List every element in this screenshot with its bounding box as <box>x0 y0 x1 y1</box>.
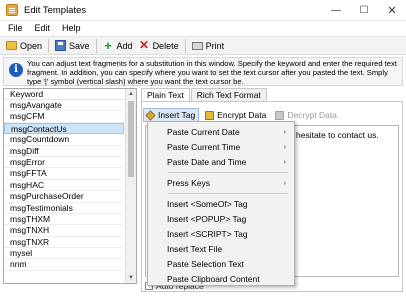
menu-item-paste-current-time[interactable]: Paste Current Time › <box>148 141 294 154</box>
delete-button[interactable]: ✕ Delete <box>136 38 182 54</box>
scroll-up-arrow-icon[interactable]: ▲ <box>126 89 136 99</box>
menu-item-press-keys[interactable]: Press Keys › <box>148 177 294 190</box>
menu-item-insert-text-file[interactable]: Insert Text File <box>148 243 294 256</box>
list-item-selected[interactable]: msgContactUs <box>4 122 124 135</box>
menu-item-label: Paste Current Date <box>167 127 240 137</box>
save-button[interactable]: Save <box>52 38 93 54</box>
menu-item-paste-selection-text[interactable]: Paste Selection Text <box>148 258 294 271</box>
list-item[interactable]: msgTestimonials <box>4 203 124 214</box>
menu-edit[interactable]: Edit <box>29 23 57 33</box>
list-item[interactable]: mysel <box>4 248 124 260</box>
insert-tag-button[interactable]: Insert Tag <box>143 108 200 122</box>
list-item[interactable]: msgCFM <box>4 111 124 123</box>
menu-item-insert-someof-tag[interactable]: Insert <SomeOf> Tag <box>148 198 294 211</box>
list-item[interactable]: msgTNXH <box>4 225 124 237</box>
menu-item-paste-current-date[interactable]: Paste Current Date › <box>148 126 294 139</box>
menu-item-label: Paste Current Time <box>167 142 241 152</box>
list-item[interactable]: msgPurchaseOrder <box>4 191 124 203</box>
insert-tag-label: Insert Tag <box>158 110 196 120</box>
list-item[interactable]: nnm <box>4 259 124 271</box>
toolbar-separator <box>184 38 186 53</box>
toolbar-separator <box>48 38 50 53</box>
open-label: Open <box>20 40 43 51</box>
menu-item-paste-date-and-time[interactable]: Paste Date and Time › <box>148 156 294 169</box>
plus-icon: + <box>104 38 112 53</box>
submenu-arrow-icon: › <box>283 180 286 187</box>
toolbar: Open Save + Add ✕ Delete Print <box>0 36 406 55</box>
list-item[interactable]: msgCountdown <box>4 134 124 146</box>
add-button[interactable]: + Add <box>100 38 136 54</box>
scroll-down-arrow-icon[interactable]: ▼ <box>126 273 136 283</box>
submenu-arrow-icon: › <box>283 159 286 166</box>
lock-icon <box>205 110 215 120</box>
app-icon <box>6 4 18 16</box>
decrypt-label: Decrypt Data <box>287 110 337 120</box>
floppy-icon <box>55 40 67 51</box>
title-bar: Edit Templates — ☐ ✕ <box>0 0 406 21</box>
list-item[interactable]: msgTHXM <box>4 214 124 226</box>
open-button[interactable]: Open <box>3 38 45 54</box>
tag-icon <box>145 109 156 121</box>
list-item[interactable]: msgTNXR <box>4 237 124 249</box>
close-button[interactable]: ✕ <box>378 0 406 21</box>
insert-tag-menu: Paste Current Date › Paste Current Time … <box>147 121 295 286</box>
folder-icon <box>6 41 17 50</box>
template-text: hesitate to contact us. <box>296 130 379 140</box>
list-item[interactable]: msgHAC <box>4 180 124 192</box>
editor-toolbar: Insert Tag Encrypt Data Decrypt Data <box>143 108 344 122</box>
toolbar-separator <box>95 38 97 53</box>
editor-tabs: Plain Text Rich Text Format <box>141 88 268 102</box>
keyword-column-header[interactable]: Keyword <box>4 89 136 100</box>
menu-item-paste-clipboard-content[interactable]: Paste Clipboard Content <box>148 273 294 286</box>
delete-label: Delete <box>152 40 179 51</box>
maximize-button[interactable]: ☐ <box>350 0 378 21</box>
window-title: Edit Templates <box>24 4 87 16</box>
list-item[interactable]: msgAvangate <box>4 100 124 112</box>
menu-item-insert-script-tag[interactable]: Insert <SCRIPT> Tag <box>148 228 294 241</box>
menu-item-label: Paste Date and Time <box>167 157 247 167</box>
list-scrollbar[interactable]: ▲ ▼ <box>125 89 136 283</box>
menu-bar: File Edit Help <box>0 21 406 35</box>
decrypt-data-button[interactable]: Decrypt Data <box>273 108 340 122</box>
menu-item-label: Press Keys <box>167 178 210 188</box>
list-item[interactable]: msgFFTA <box>4 168 124 180</box>
info-text: You can adjust text fragments for a subs… <box>27 59 397 86</box>
encrypt-label: Encrypt Data <box>217 110 267 120</box>
menu-separator <box>168 193 288 194</box>
keyword-list[interactable]: Keyword msgAvangate msgCFM msgContactUs … <box>3 88 137 284</box>
info-icon: i <box>9 63 23 77</box>
printer-icon <box>191 41 203 50</box>
menu-separator <box>168 172 288 173</box>
delete-x-icon: ✕ <box>139 38 150 52</box>
submenu-arrow-icon: › <box>283 129 286 136</box>
menu-help[interactable]: Help <box>56 23 87 33</box>
add-label: Add <box>116 40 133 51</box>
encrypt-data-button[interactable]: Encrypt Data <box>203 108 269 122</box>
minimize-button[interactable]: — <box>322 0 350 21</box>
scrollbar-thumb[interactable] <box>128 101 134 177</box>
info-banner: i You can adjust text fragments for a su… <box>3 57 403 86</box>
print-button[interactable]: Print <box>189 38 228 54</box>
tab-plain-text[interactable]: Plain Text <box>141 88 190 102</box>
list-item[interactable]: msgError <box>4 157 124 169</box>
menu-file[interactable]: File <box>2 23 29 33</box>
tab-rich-text-format[interactable]: Rich Text Format <box>190 88 267 101</box>
menu-item-insert-popup-tag[interactable]: Insert <POPUP> Tag <box>148 213 294 226</box>
list-item[interactable]: msgDiff <box>4 146 124 157</box>
save-label: Save <box>69 40 90 51</box>
unlock-icon <box>275 110 285 120</box>
print-label: Print <box>205 40 225 51</box>
submenu-arrow-icon: › <box>283 144 286 151</box>
